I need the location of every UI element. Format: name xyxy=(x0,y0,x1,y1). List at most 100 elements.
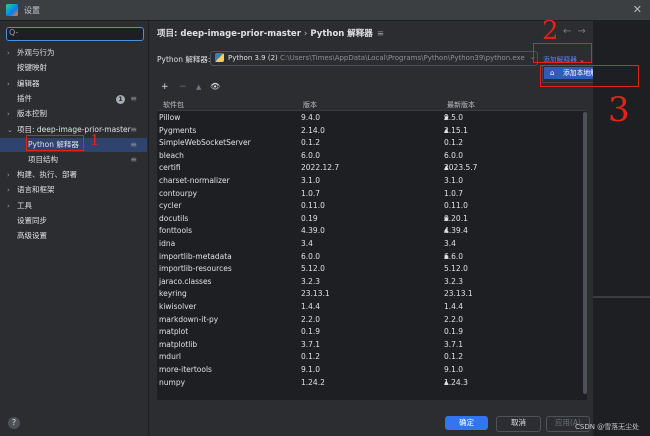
cell-latest-upgradable: ▲ 1.24.3 xyxy=(444,377,468,388)
annotation-box-add xyxy=(533,43,592,63)
help-icon[interactable]: ? xyxy=(8,417,20,429)
sidebar-item-2[interactable]: › 编辑器 xyxy=(0,77,147,91)
cell-package: contourpy xyxy=(159,188,198,198)
sidebar-item-12[interactable]: 高级设置 xyxy=(0,229,147,243)
back-forward-arrows[interactable]: ←→ xyxy=(563,26,592,37)
cell-latest: 5.12.0 xyxy=(444,264,468,274)
cell-latest: 6.0.0 xyxy=(444,150,464,160)
sidebar-item-label: 编辑器 xyxy=(17,79,40,88)
cell-version: 0.19 xyxy=(301,213,318,223)
python-icon xyxy=(215,53,224,62)
cell-latest: 0.1.2 xyxy=(444,138,464,148)
sidebar-item-8[interactable]: › 构建、执行、部署 xyxy=(0,168,147,182)
cell-version: 5.12.0 xyxy=(301,264,325,274)
cell-package: mdurl xyxy=(159,352,181,362)
sidebar-item-11[interactable]: 设置同步 xyxy=(0,214,147,228)
sidebar-item-label: 外观与行为 xyxy=(17,48,55,57)
cell-version: 6.0.0 xyxy=(301,251,321,261)
table-row[interactable]: keyring 23.13.1 23.13.1 xyxy=(157,288,587,299)
upgrade-arrow-icon: ▲ xyxy=(444,214,449,222)
table-row[interactable]: Pygments 2.14.0 ▲ 2.15.1 xyxy=(157,125,587,136)
cell-version: 0.11.0 xyxy=(301,201,325,211)
cell-latest: 1.4.4 xyxy=(444,302,464,311)
sidebar-item-10[interactable]: › 工具 xyxy=(0,199,147,213)
table-row[interactable]: markdown-it-py 2.2.0 2.2.0 xyxy=(157,314,587,325)
cell-latest-upgradable: ▲ 2023.5.7 xyxy=(444,162,477,173)
sidebar-item-0[interactable]: › 外观与行为 xyxy=(0,46,147,60)
cell-version: 4.39.0 xyxy=(301,226,325,236)
add-package-button[interactable]: + xyxy=(161,82,169,92)
interpreter-value: Python 3.9 (2) C:\Users\Times\AppData\Lo… xyxy=(228,54,525,62)
cell-latest-text: 2023.5.7 xyxy=(444,163,478,173)
table-row[interactable]: certifi 2022.12.7 ▲ 2023.5.7 xyxy=(157,162,587,173)
breadcrumb-project: 项目: deep-image-prior-master xyxy=(157,29,301,39)
cell-version: 3.2.3 xyxy=(301,276,321,286)
cell-package: more-itertools xyxy=(159,365,212,374)
cell-version: 6.0.0 xyxy=(301,150,321,160)
cell-version: 2.2.0 xyxy=(301,314,321,324)
table-row[interactable]: matplotlib 3.7.1 3.7.1 xyxy=(157,339,587,350)
sidebar-item-1[interactable]: 按键映射 xyxy=(0,61,147,75)
cell-latest: 3.2.3 xyxy=(444,276,464,286)
cell-version: 9.4.0 xyxy=(301,113,321,122)
table-row[interactable]: kiwisolver 1.4.4 1.4.4 xyxy=(157,301,587,312)
item-options-icon: ≡ xyxy=(130,94,137,103)
table-row[interactable]: more-itertools 9.1.0 9.1.0 xyxy=(157,364,587,375)
column-header-latest[interactable]: 最新版本 xyxy=(447,100,475,110)
table-row[interactable]: cycler 0.11.0 0.11.0 xyxy=(157,200,587,211)
table-row[interactable]: contourpy 1.0.7 1.0.7 xyxy=(157,188,587,199)
cell-latest: 9.1.0 xyxy=(444,365,464,374)
chevron-icon: › xyxy=(7,80,10,88)
package-toolbar: + − ▲ 👁 xyxy=(157,82,592,94)
cell-package: cycler xyxy=(159,201,182,211)
table-row[interactable]: fonttools 4.39.0 ▲ 4.39.4 xyxy=(157,225,587,236)
close-icon[interactable]: ✕ xyxy=(633,3,642,16)
upgrade-package-button[interactable]: ▲ xyxy=(196,83,201,91)
cell-version: 3.1.0 xyxy=(301,176,321,185)
table-row[interactable]: idna 3.4 3.4 xyxy=(157,238,587,249)
cell-package: jaraco.classes xyxy=(159,276,212,286)
sidebar-item-label: 按键映射 xyxy=(17,63,47,72)
column-header-package[interactable]: 软件包 xyxy=(163,100,184,110)
table-row[interactable]: docutils 0.19 ▲ 0.20.1 xyxy=(157,213,587,224)
table-row[interactable]: importlib-resources 5.12.0 5.12.0 xyxy=(157,263,587,274)
cell-version: 1.4.4 xyxy=(301,302,321,311)
table-row[interactable]: jaraco.classes 3.2.3 3.2.3 xyxy=(157,276,587,287)
item-options-icon: ≡ xyxy=(130,140,137,149)
cell-version: 3.7.1 xyxy=(301,339,321,349)
table-row[interactable]: SimpleWebSocketServer 0.1.2 0.1.2 xyxy=(157,137,587,148)
search-icon: Q- xyxy=(9,28,19,37)
cell-package: keyring xyxy=(159,289,187,299)
cell-version: 0.1.9 xyxy=(301,327,321,337)
show-early-releases-icon[interactable]: 👁 xyxy=(210,82,220,91)
ok-button[interactable]: 确定 xyxy=(445,416,488,430)
sidebar-item-label: 工具 xyxy=(17,201,32,210)
table-scrollbar[interactable] xyxy=(583,112,587,394)
window-title: 设置 xyxy=(24,6,40,15)
annotation-number-2: 2 xyxy=(542,16,559,46)
table-row[interactable]: matplot 0.1.9 0.1.9 xyxy=(157,326,587,337)
search-input[interactable] xyxy=(6,27,144,41)
table-row[interactable]: charset-normalizer 3.1.0 3.1.0 xyxy=(157,175,587,186)
sidebar-item-7[interactable]: 项目结构 ≡ xyxy=(0,153,147,167)
table-row[interactable]: Pillow 9.4.0 ▲ 9.5.0 xyxy=(157,112,587,123)
cell-latest: 0.11.0 xyxy=(444,201,468,211)
cancel-button[interactable]: 取消 xyxy=(496,416,541,432)
cell-version: 1.24.2 xyxy=(301,377,325,387)
sidebar-item-label: 插件 xyxy=(17,94,32,103)
table-row[interactable]: numpy 1.24.2 ▲ 1.24.3 xyxy=(157,377,587,388)
sidebar-item-label: 语言和框架 xyxy=(17,185,55,194)
cell-version: 23.13.1 xyxy=(301,289,330,299)
table-row[interactable]: mdurl 0.1.2 0.1.2 xyxy=(157,351,587,362)
sidebar-item-3[interactable]: 插件 1 ≡ xyxy=(0,92,147,106)
table-row[interactable]: bleach 6.0.0 6.0.0 xyxy=(157,150,587,161)
sidebar-item-9[interactable]: › 语言和框架 xyxy=(0,183,147,197)
chevron-icon: › xyxy=(7,186,10,194)
remove-package-button[interactable]: − xyxy=(179,82,187,92)
column-header-version[interactable]: 版本 xyxy=(303,100,317,110)
cell-package: bleach xyxy=(159,150,184,160)
sidebar-item-4[interactable]: › 版本控制 xyxy=(0,107,147,121)
cell-version: 1.0.7 xyxy=(301,188,321,198)
page-options-icon[interactable]: ≡ xyxy=(377,29,384,39)
table-row[interactable]: importlib-metadata 6.0.0 ▲ 6.6.0 xyxy=(157,251,587,262)
